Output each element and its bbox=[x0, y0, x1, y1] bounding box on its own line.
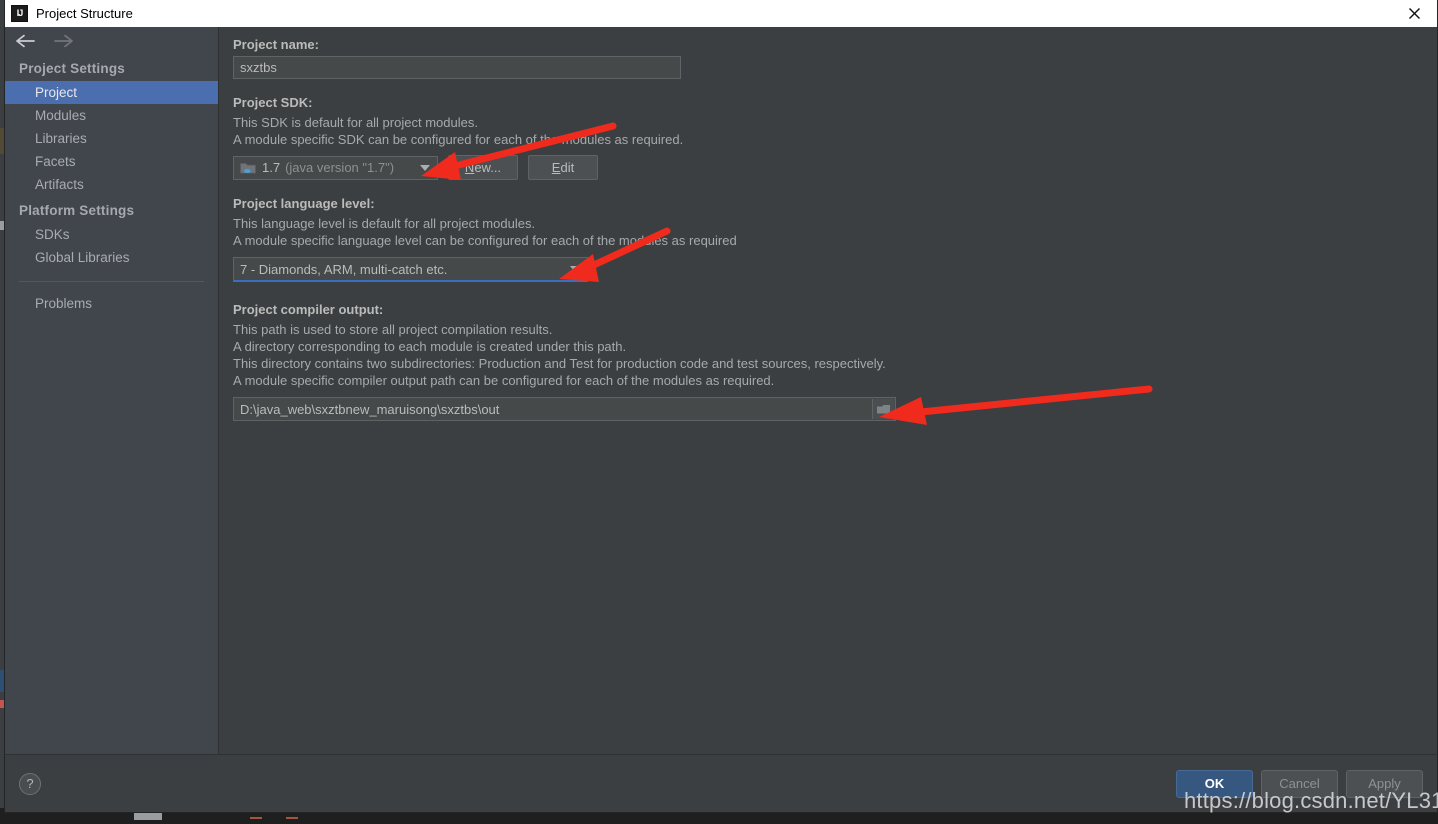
intellij-idea-icon: IJ bbox=[11, 5, 28, 22]
dialog-title: Project Structure bbox=[36, 6, 133, 21]
ok-button[interactable]: OK bbox=[1176, 769, 1253, 798]
app-icon-label: IJ bbox=[16, 8, 23, 18]
dialog-body: Project Settings Project Modules Librari… bbox=[5, 27, 1437, 754]
project-name-label: Project name: bbox=[233, 37, 319, 52]
project-name-section: Project name: sxztbs bbox=[233, 37, 1423, 79]
new-sdk-button[interactable]: New... bbox=[448, 155, 518, 180]
project-sdk-desc-2: A module specific SDK can be configured … bbox=[233, 132, 684, 147]
sidebar-item-libraries[interactable]: Libraries bbox=[5, 127, 218, 150]
help-button[interactable]: ? bbox=[19, 772, 41, 795]
project-structure-dialog: IJ Project Structure Project Settings Pr… bbox=[4, 0, 1438, 813]
background-taskbar-marker-2 bbox=[286, 817, 298, 819]
language-level-section: Project language level: This language le… bbox=[233, 196, 1423, 282]
java-sdk-folder-icon bbox=[240, 161, 256, 175]
language-level-combobox[interactable]: 7 - Diamonds, ARM, multi-catch etc. bbox=[233, 257, 588, 282]
project-sdk-desc-1: This SDK is default for all project modu… bbox=[233, 115, 478, 130]
sidebar-group-project-settings: Project Settings bbox=[19, 61, 125, 76]
apply-button[interactable]: Apply bbox=[1346, 769, 1423, 798]
settings-sidebar: Project Settings Project Modules Librari… bbox=[5, 27, 219, 754]
folder-browse-icon[interactable] bbox=[872, 399, 894, 419]
edit-sdk-button-mnemonic: E bbox=[551, 160, 561, 175]
sidebar-item-artifacts[interactable]: Artifacts bbox=[5, 173, 218, 196]
sidebar-divider bbox=[19, 281, 204, 282]
chevron-down-icon bbox=[570, 266, 580, 272]
language-level-desc-2: A module specific language level can be … bbox=[233, 233, 737, 248]
sidebar-item-modules[interactable]: Modules bbox=[5, 104, 218, 127]
project-name-input[interactable]: sxztbs bbox=[233, 56, 681, 79]
sidebar-group-platform-settings: Platform Settings bbox=[19, 203, 135, 218]
compiler-output-desc-1: This path is used to store all project c… bbox=[233, 322, 553, 337]
compiler-output-input[interactable]: D:\java_web\sxztbnew_maruisong\sxztbs\ou… bbox=[233, 397, 896, 421]
new-sdk-button-label: ew... bbox=[474, 160, 502, 175]
sidebar-item-sdks[interactable]: SDKs bbox=[5, 223, 218, 246]
compiler-output-desc-3: This directory contains two subdirectori… bbox=[233, 356, 886, 371]
compiler-output-value: D:\java_web\sxztbnew_maruisong\sxztbs\ou… bbox=[240, 401, 500, 417]
sidebar-item-project[interactable]: Project bbox=[5, 81, 218, 104]
project-sdk-label: Project SDK: bbox=[233, 95, 313, 110]
project-sdk-section: Project SDK: This SDK is default for all… bbox=[233, 95, 1423, 180]
dialog-footer: ? OK Cancel Apply bbox=[5, 754, 1437, 812]
background-taskbar-marker-1 bbox=[250, 817, 262, 819]
project-sdk-version-detail: (java version "1.7") bbox=[285, 160, 395, 175]
compiler-output-desc-4: A module specific compiler output path c… bbox=[233, 373, 775, 388]
close-icon[interactable] bbox=[1391, 0, 1437, 27]
compiler-output-label: Project compiler output: bbox=[233, 302, 384, 317]
cancel-button[interactable]: Cancel bbox=[1261, 769, 1338, 798]
dialog-title-bar: IJ Project Structure bbox=[5, 0, 1437, 27]
project-sdk-controls: 1.7 (java version "1.7") New... Edit bbox=[233, 155, 1423, 180]
language-level-value: 7 - Diamonds, ARM, multi-catch etc. bbox=[240, 261, 448, 277]
arrow-right-icon[interactable] bbox=[53, 32, 73, 50]
project-sdk-value: 1.7 bbox=[262, 160, 281, 175]
sidebar-item-global-libraries[interactable]: Global Libraries bbox=[5, 246, 218, 269]
compiler-output-section: Project compiler output: This path is us… bbox=[233, 302, 1423, 421]
language-level-desc-1: This language level is default for all p… bbox=[233, 216, 536, 231]
compiler-output-desc-2: A directory corresponding to each module… bbox=[233, 339, 627, 354]
arrow-left-icon[interactable] bbox=[15, 32, 35, 50]
sidebar-navigation bbox=[5, 27, 218, 54]
project-sdk-combobox[interactable]: 1.7 (java version "1.7") bbox=[233, 155, 438, 180]
project-sdk-value-wrap: 1.7 (java version "1.7") bbox=[262, 160, 394, 175]
sidebar-item-problems[interactable]: Problems bbox=[5, 292, 218, 315]
edit-sdk-button[interactable]: Edit bbox=[528, 155, 598, 180]
new-sdk-button-mnemonic: N bbox=[464, 160, 475, 175]
chevron-down-icon bbox=[420, 164, 430, 171]
edit-sdk-button-label: dit bbox=[560, 160, 575, 175]
project-settings-panel: Project name: sxztbs Project SDK: This S… bbox=[219, 27, 1437, 754]
sidebar-item-facets[interactable]: Facets bbox=[5, 150, 218, 173]
dialog-action-buttons: OK Cancel Apply bbox=[1176, 769, 1423, 798]
language-level-label: Project language level: bbox=[233, 196, 375, 211]
